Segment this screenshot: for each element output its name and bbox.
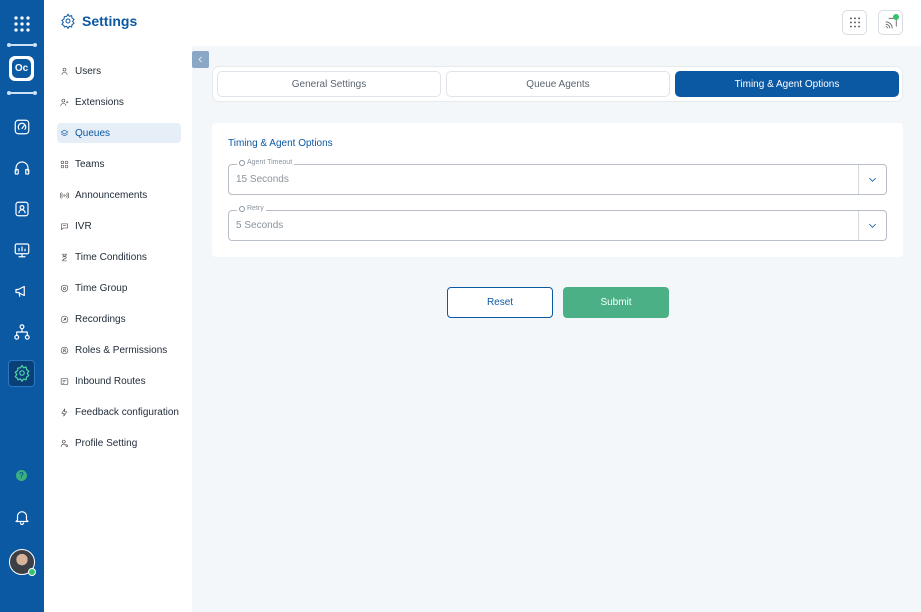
- dropdown-toggle[interactable]: [858, 165, 886, 194]
- chevron-down-icon: [868, 223, 877, 228]
- layers-icon: [60, 129, 69, 136]
- gear-icon: [61, 13, 75, 29]
- collapse-sidebar-button[interactable]: [192, 51, 209, 68]
- section-title: Timing & Agent Options: [228, 138, 333, 149]
- sidebar-item-users[interactable]: Users: [57, 61, 181, 81]
- hierarchy-icon[interactable]: [10, 320, 34, 344]
- sidebar-item-label: IVR: [75, 220, 92, 232]
- route-icon: [60, 377, 69, 385]
- rail-divider: [7, 43, 37, 47]
- sidebar-item-label: Extensions: [75, 96, 124, 108]
- contacts-icon[interactable]: [10, 197, 34, 221]
- sidebar-item-extensions[interactable]: Extensions: [57, 92, 181, 112]
- page-title: Settings: [82, 13, 138, 29]
- sidebar-item-label: Roles & Permissions: [75, 344, 168, 356]
- sidebar-item-teams[interactable]: Teams: [57, 154, 181, 174]
- sidebar-item-label: Recordings: [75, 313, 126, 325]
- sidebar-item-feedback-configuration[interactable]: Feedback configuration: [57, 402, 181, 422]
- sidebar-item-announcements[interactable]: Announcements: [57, 185, 181, 205]
- sidebar-item-label: Announcements: [75, 189, 148, 201]
- sidebar-item-label: Teams: [75, 158, 105, 170]
- brand-logo[interactable]: Oc: [9, 56, 34, 81]
- sidebar-item-roles-permissions[interactable]: Roles & Permissions: [57, 340, 181, 360]
- grid-icon: [60, 160, 69, 168]
- hourglass-icon: [62, 253, 67, 261]
- megaphone-icon[interactable]: [10, 279, 34, 303]
- sidebar-item-inbound-routes[interactable]: Inbound Routes: [57, 371, 181, 391]
- sidebar-item-label: Inbound Routes: [75, 375, 146, 387]
- page-heading: Settings: [60, 13, 137, 29]
- monitor-icon[interactable]: [10, 238, 34, 262]
- headset-icon[interactable]: [10, 156, 34, 180]
- record-icon: [60, 315, 69, 323]
- permission-icon: [60, 346, 69, 354]
- online-status-dot: [28, 568, 36, 576]
- field-label: Agent Timeout: [237, 159, 295, 166]
- sidebar-item-queues[interactable]: Queues: [57, 123, 181, 143]
- settings-sidebar: Users Extensions Queues Teams Announceme…: [44, 46, 192, 612]
- brand-initials: Oc: [12, 59, 31, 78]
- dropdown-toggle[interactable]: [858, 211, 886, 240]
- dashboard-icon[interactable]: [10, 115, 34, 139]
- submit-button[interactable]: Submit: [563, 287, 669, 318]
- reset-button[interactable]: Reset: [447, 287, 553, 318]
- sidebar-item-label: Feedback configuration: [75, 406, 179, 418]
- settings-tabs: General Settings Queue Agents Timing & A…: [212, 66, 903, 102]
- dialpad-icon: [849, 16, 860, 27]
- sidebar-item-time-group[interactable]: Time Group: [57, 278, 181, 298]
- sidebar-item-label: Time Group: [75, 282, 128, 294]
- field-label: Retry: [237, 205, 266, 212]
- sidebar-item-label: Profile Setting: [75, 437, 138, 449]
- selected-value: 15 Seconds: [236, 174, 289, 185]
- tab-general-settings[interactable]: General Settings: [217, 71, 441, 97]
- bell-icon[interactable]: [10, 505, 34, 529]
- apps-grid-icon[interactable]: [10, 12, 34, 36]
- selected-value: 5 Seconds: [236, 220, 284, 231]
- tab-queue-agents[interactable]: Queue Agents: [446, 71, 670, 97]
- sidebar-item-time-conditions[interactable]: Time Conditions: [57, 247, 181, 267]
- top-header: Settings: [44, 0, 921, 46]
- broadcast-icon: [60, 191, 69, 199]
- info-icon: [239, 205, 245, 212]
- chevron-down-icon: [868, 177, 877, 182]
- field-label-text: Retry: [247, 205, 264, 212]
- cast-button[interactable]: [878, 10, 903, 35]
- sidebar-item-label: Time Conditions: [75, 251, 147, 263]
- clock-shield-icon: [61, 284, 68, 292]
- rail-divider: [7, 91, 37, 95]
- settings-icon[interactable]: [10, 361, 34, 385]
- sidebar-item-label: Queues: [75, 127, 111, 139]
- dialpad-button[interactable]: [842, 10, 867, 35]
- chevron-left-icon: [198, 56, 202, 63]
- info-icon: [239, 159, 245, 166]
- avatar[interactable]: [9, 549, 36, 576]
- status-dot: [893, 14, 899, 20]
- user-gear-icon: [60, 439, 68, 447]
- sidebar-item-label: Users: [75, 65, 102, 77]
- tab-timing-agent-options[interactable]: Timing & Agent Options: [675, 71, 899, 97]
- retry-select[interactable]: Retry 5 Seconds: [228, 205, 887, 241]
- chat-icon: [61, 223, 68, 230]
- timing-options-card: Timing & Agent Options Agent Timeout 15 …: [212, 123, 903, 257]
- user-icon: [61, 67, 68, 75]
- agent-timeout-select[interactable]: Agent Timeout 15 Seconds: [228, 159, 887, 195]
- sidebar-item-recordings[interactable]: Recordings: [57, 309, 181, 329]
- sidebar-item-ivr[interactable]: IVR: [57, 216, 181, 236]
- help-icon[interactable]: ?: [16, 470, 27, 481]
- spark-icon: [61, 408, 68, 416]
- left-rail: Oc ?: [0, 0, 44, 612]
- user-plus-icon: [60, 98, 69, 106]
- sidebar-item-profile-setting[interactable]: Profile Setting: [57, 433, 181, 453]
- field-label-text: Agent Timeout: [247, 159, 293, 166]
